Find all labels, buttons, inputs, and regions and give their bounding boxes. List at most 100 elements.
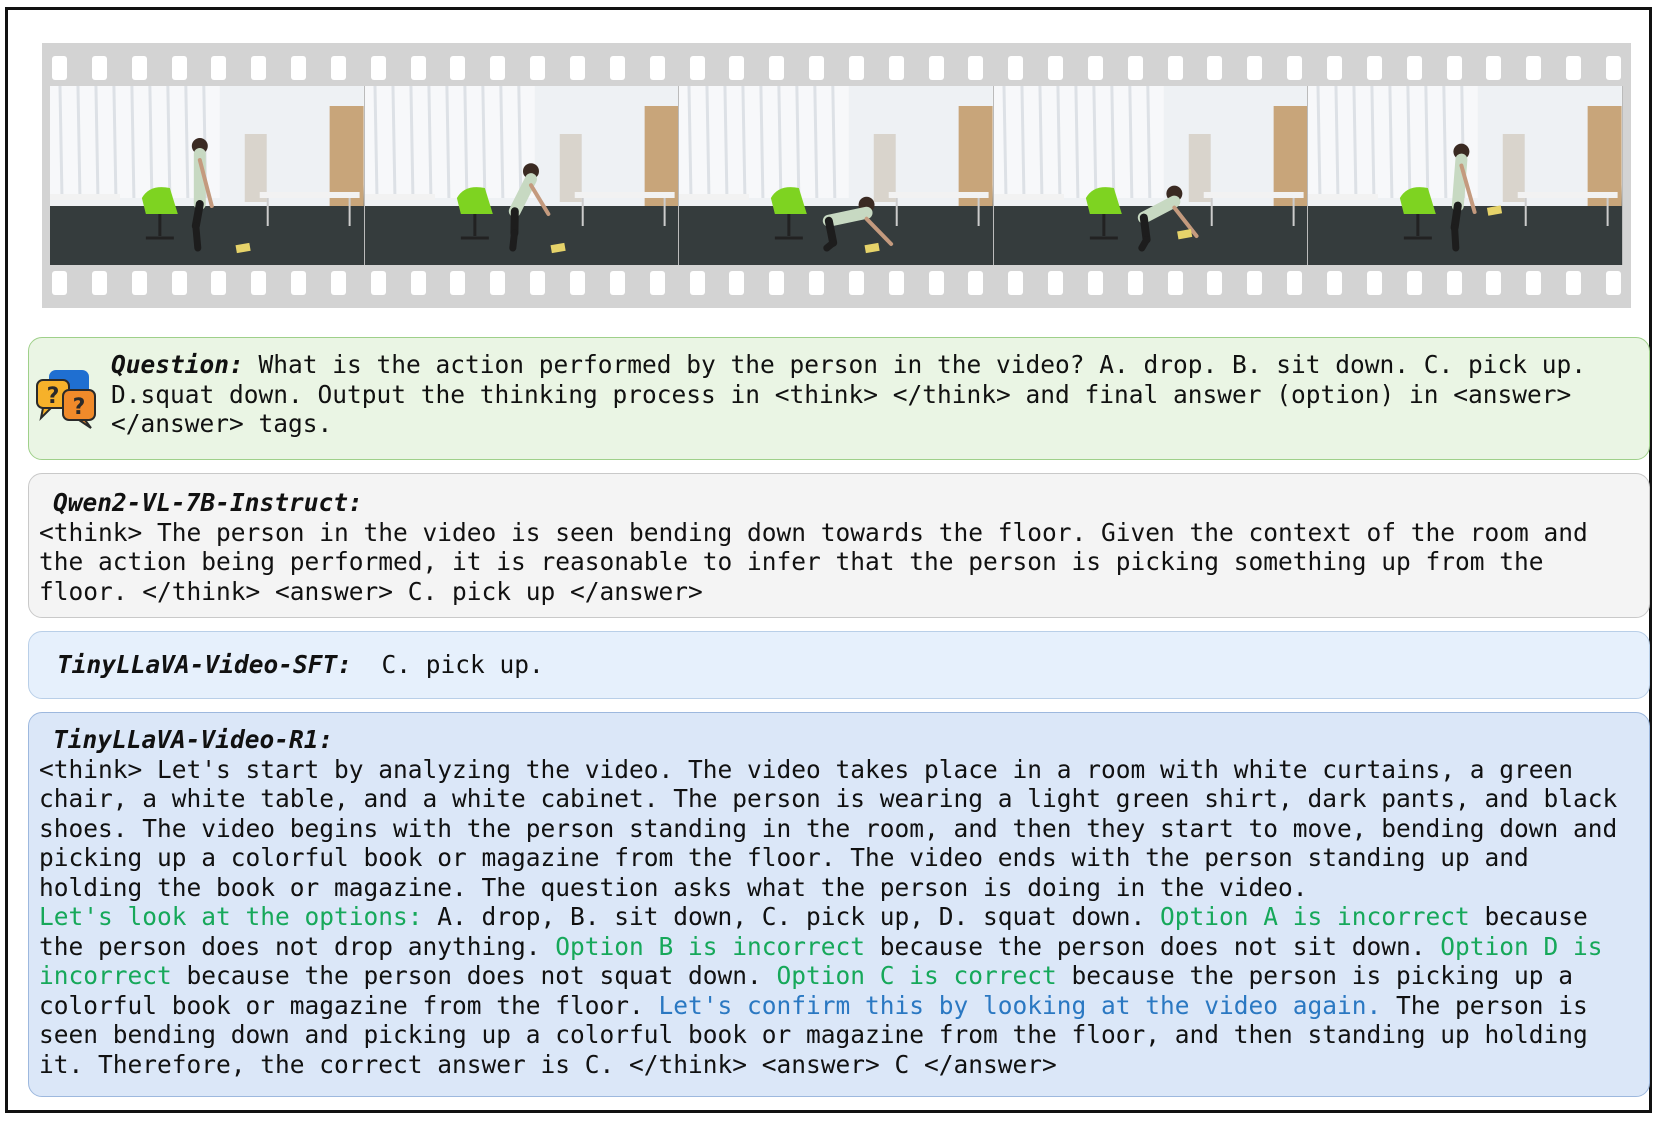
sprocket-hole <box>809 56 825 80</box>
sprocket-hole <box>450 271 466 295</box>
sprocket-hole <box>1327 271 1342 295</box>
video-frame <box>679 86 994 265</box>
sprocket-hole <box>490 56 506 80</box>
sprocket-hole <box>251 271 267 295</box>
r1-answer-panel: TinyLLaVA-Video-R1: <think> Let's start … <box>28 712 1650 1097</box>
sprocket-hole <box>1207 271 1223 295</box>
sprocket-hole <box>1008 271 1024 295</box>
sprocket-hole <box>569 56 585 80</box>
sprocket-hole <box>1287 56 1303 80</box>
sprocket-hole <box>410 56 426 80</box>
sprocket-hole <box>1167 271 1183 295</box>
video-frame <box>50 86 365 265</box>
sprocket-hole <box>649 271 665 295</box>
sprocket-hole <box>1566 56 1582 80</box>
sprocket-hole <box>569 271 585 295</box>
sprocket-hole <box>848 271 864 295</box>
r1-option-b-verdict: Option B is incorrect <box>555 931 866 961</box>
r1-intro-text: <think> Let's start by analyzing the vid… <box>39 754 1618 902</box>
r1-option-c-verdict: Option C is correct <box>776 961 1057 990</box>
sprocket-hole <box>1486 56 1502 80</box>
sprocket-hole <box>370 56 386 80</box>
sprocket-hole <box>490 271 506 295</box>
sprocket-hole <box>689 56 705 80</box>
r1-answer-text: <think> Let's start by analyzing the vid… <box>39 755 1629 1080</box>
r1-options-lead: Let's look at the options: <box>39 902 423 931</box>
sprocket-hole <box>52 56 67 80</box>
sprocket-hole <box>1406 271 1422 295</box>
sprocket-hole <box>131 271 147 295</box>
sprocket-hole <box>1327 56 1342 80</box>
r1-option-d-reason: because the person does not squat down. <box>171 961 777 990</box>
sprocket-hole <box>1127 271 1143 295</box>
question-panel: ? ? Question: What is the action perform… <box>28 337 1650 460</box>
sprocket-hole <box>928 56 944 80</box>
sprocket-hole <box>1087 56 1103 80</box>
sprocket-hole <box>729 56 745 80</box>
sprocket-hole <box>211 271 227 295</box>
sft-label: TinyLLaVA-Video-SFT: <box>57 650 353 679</box>
r1-reflection: Let's confirm this by looking at the vid… <box>658 990 1382 1020</box>
sprocket-hole <box>1366 56 1382 80</box>
sprocket-hole <box>848 56 864 80</box>
sft-answer-panel: TinyLLaVA-Video-SFT: C. pick up. <box>28 631 1650 699</box>
sprocket-hole <box>689 271 705 295</box>
sprocket-hole <box>211 56 227 80</box>
film-strip <box>42 43 1631 308</box>
sprocket-hole <box>171 271 187 295</box>
sprocket-hole <box>1526 56 1542 80</box>
sprocket-hole <box>1048 271 1064 295</box>
sprocket-hole <box>968 56 984 80</box>
svg-text:?: ? <box>47 384 60 409</box>
sprocket-hole <box>1605 271 1621 295</box>
sprocket-hole <box>1526 271 1542 295</box>
sprocket-hole <box>609 56 625 80</box>
sprocket-hole <box>609 271 625 295</box>
sprocket-hole <box>1127 56 1143 80</box>
sprocket-hole <box>649 56 665 80</box>
sprocket-hole <box>809 271 825 295</box>
sprocket-hole <box>91 56 107 80</box>
sprocket-holes-bottom <box>52 271 1621 295</box>
sprocket-hole <box>769 271 785 295</box>
sprocket-hole <box>1087 271 1103 295</box>
sprocket-hole <box>1008 56 1024 80</box>
qwen-label: Qwen2-VL-7B-Instruct: <box>53 488 363 517</box>
sprocket-hole <box>330 56 346 80</box>
sprocket-hole <box>1486 271 1502 295</box>
question-bubbles-icon: ? ? <box>36 370 96 429</box>
sprocket-hole <box>968 271 984 295</box>
question-text: What is the action performed by the pers… <box>111 350 1587 438</box>
svg-text:?: ? <box>73 395 86 420</box>
sprocket-hole <box>928 271 944 295</box>
video-frame <box>364 86 680 265</box>
sprocket-hole <box>888 271 904 295</box>
sft-answer-text: C. pick up. <box>381 650 544 679</box>
sprocket-hole <box>410 271 426 295</box>
sprocket-hole <box>131 56 147 80</box>
sprocket-hole <box>1566 271 1582 295</box>
sprocket-hole <box>888 56 904 80</box>
sprocket-hole <box>1207 56 1223 80</box>
sprocket-hole <box>530 56 546 80</box>
sprocket-hole <box>450 56 466 80</box>
r1-option-b-reason: because the person does not sit down. <box>865 931 1441 961</box>
video-frame <box>993 86 1309 265</box>
sprocket-hole <box>1247 56 1263 80</box>
sprocket-hole <box>291 56 307 80</box>
figure-frame: ? ? Question: What is the action perform… <box>5 7 1652 1113</box>
sprocket-hole <box>291 271 307 295</box>
question-label: Question: <box>111 350 244 379</box>
qwen-answer-text: <think> The person in the video is seen … <box>39 517 1588 606</box>
sprocket-hole <box>52 271 67 295</box>
r1-option-a-verdict: Option A is incorrect <box>1160 902 1470 931</box>
sprocket-hole <box>1605 56 1621 80</box>
video-frames <box>50 86 1623 265</box>
sprocket-hole <box>530 271 546 295</box>
sprocket-hole <box>729 271 745 295</box>
sprocket-hole <box>91 271 107 295</box>
sprocket-holes-top <box>52 56 1621 80</box>
r1-label: TinyLLaVA-Video-R1: <box>53 725 334 754</box>
sprocket-hole <box>1366 271 1382 295</box>
video-frame <box>1308 86 1623 265</box>
